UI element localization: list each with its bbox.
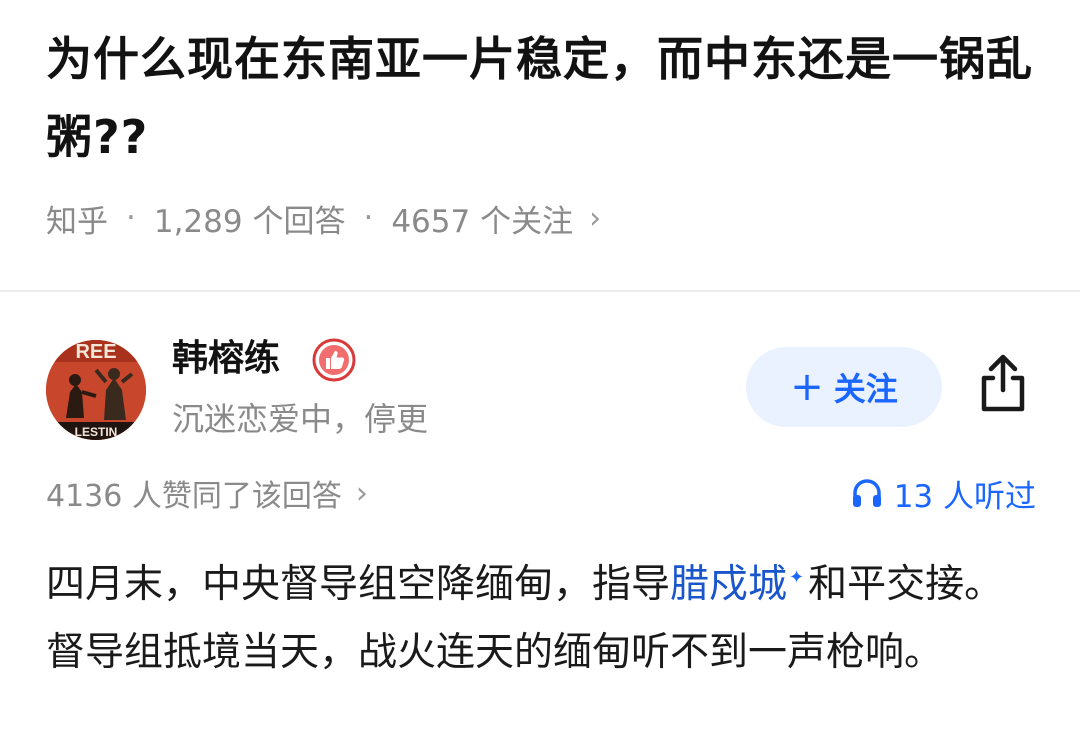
avatar-image: REE LESTIN bbox=[46, 340, 146, 440]
listen-label: 13 人听过 bbox=[893, 478, 1036, 515]
question-title[interactable]: 为什么现在东南亚一片稳定，而中东还是一锅乱粥?? bbox=[46, 20, 1036, 176]
upvote-summary[interactable]: 4136 人赞同了该回答 › bbox=[46, 470, 368, 516]
author-name[interactable]: 韩榕练 bbox=[172, 334, 280, 384]
sparkle-icon: ✦ bbox=[789, 567, 805, 588]
listen-count[interactable]: 13 人听过 bbox=[850, 470, 1036, 516]
question-meta[interactable]: 知乎 · 1,289 个回答 · 4657 个关注 › bbox=[46, 196, 601, 240]
follow-button[interactable]: + 关注 bbox=[746, 347, 942, 427]
source-label: 知乎 bbox=[46, 203, 108, 240]
svg-text:LESTIN: LESTIN bbox=[75, 425, 118, 439]
divider bbox=[0, 290, 1080, 292]
separator-dot: · bbox=[126, 200, 136, 236]
svg-text:REE: REE bbox=[75, 341, 116, 363]
avatar[interactable]: REE LESTIN bbox=[46, 340, 146, 440]
chevron-right-icon: › bbox=[589, 200, 602, 236]
plus-icon: + bbox=[790, 364, 824, 410]
answer-text-1: 四月末，中央督导组空降缅甸，指导 bbox=[46, 562, 671, 607]
thumbs-up-badge-icon bbox=[312, 338, 356, 382]
answer-page: 为什么现在东南亚一片稳定，而中东还是一锅乱粥?? 知乎 · 1,289 个回答 … bbox=[0, 0, 1080, 736]
headphones-icon bbox=[852, 479, 881, 507]
upvote-count: 4136 人赞同了该回答 bbox=[46, 479, 342, 514]
author-bio: 沉迷恋爱中，停更 bbox=[172, 400, 429, 438]
search-link[interactable]: 腊戍城 bbox=[670, 562, 787, 607]
chevron-right-icon: › bbox=[355, 475, 368, 511]
answer-count: 1,289 个回答 bbox=[153, 203, 346, 240]
follower-count: 4657 个关注 bbox=[391, 203, 574, 240]
answer-content: 四月末，中央督导组空降缅甸，指导腊戍城 ✦ 和平交接。督导组抵境当天，战火连天的缅甸… bbox=[46, 544, 1036, 687]
follow-label: 关注 bbox=[833, 370, 898, 408]
share-icon[interactable] bbox=[974, 352, 1032, 414]
separator-dot: · bbox=[363, 200, 374, 236]
